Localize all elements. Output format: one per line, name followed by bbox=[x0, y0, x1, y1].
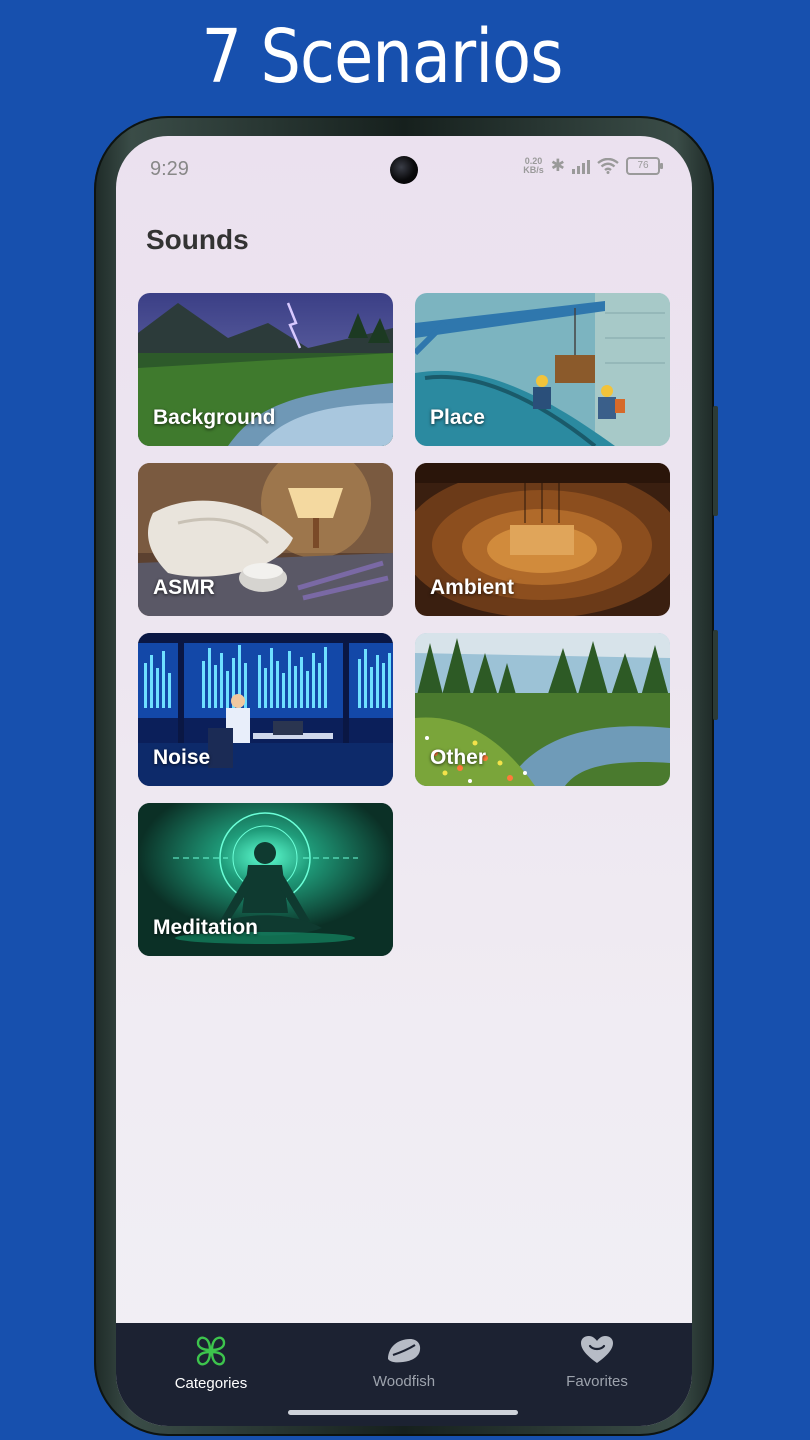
bottom-nav: Categories Woodfish Favorites bbox=[116, 1323, 692, 1426]
category-card-noise[interactable]: Noise bbox=[138, 633, 393, 786]
nav-label: Woodfish bbox=[372, 1373, 436, 1390]
category-card-asmr[interactable]: ASMR bbox=[138, 463, 393, 616]
category-card-background[interactable]: Background bbox=[138, 293, 393, 446]
nav-categories[interactable]: Categories bbox=[121, 1335, 301, 1392]
category-label: Ambient bbox=[430, 576, 514, 599]
status-time: 9:29 bbox=[150, 158, 189, 180]
page-title: Sounds bbox=[146, 224, 249, 255]
category-label: Place bbox=[430, 406, 485, 429]
category-label: Meditation bbox=[153, 916, 258, 939]
category-card-meditation[interactable]: Meditation bbox=[138, 803, 393, 956]
status-icons: 0.20 KB/s ✱ 76 bbox=[523, 156, 663, 176]
battery-icon: 76 bbox=[626, 157, 663, 175]
clover-icon bbox=[196, 1336, 226, 1366]
category-label: Noise bbox=[153, 746, 211, 769]
nav-favorites[interactable]: Favorites bbox=[507, 1335, 687, 1390]
volume-button bbox=[713, 406, 718, 516]
bluetooth-icon: ✱ bbox=[550, 156, 565, 175]
wifi-icon bbox=[597, 158, 619, 174]
promo-title: 7 Scenarios bbox=[201, 14, 563, 100]
category-card-place[interactable]: Place bbox=[415, 293, 670, 446]
network-speed: 0.20 KB/s bbox=[523, 156, 544, 175]
phone-frame: 9:29 0.20 KB/s ✱ 76 Sounds Background Pl… bbox=[94, 116, 718, 1436]
category-label: Other bbox=[430, 746, 487, 769]
nav-label: Favorites bbox=[566, 1373, 628, 1390]
status-bar: 9:29 0.20 KB/s ✱ 76 bbox=[116, 136, 692, 206]
category-card-other[interactable]: Other bbox=[415, 633, 670, 786]
nav-woodfish[interactable]: Woodfish bbox=[314, 1335, 494, 1390]
nav-label: Categories bbox=[174, 1375, 248, 1392]
category-label: Background bbox=[153, 406, 276, 429]
power-button bbox=[713, 630, 718, 720]
signal-icon bbox=[572, 158, 590, 174]
front-camera bbox=[390, 156, 418, 184]
woodfish-icon bbox=[388, 1339, 421, 1363]
heart-icon bbox=[581, 1336, 613, 1363]
home-indicator[interactable] bbox=[288, 1410, 518, 1415]
category-card-ambient[interactable]: Ambient bbox=[415, 463, 670, 616]
app-screen: 9:29 0.20 KB/s ✱ 76 Sounds Background Pl… bbox=[116, 136, 692, 1426]
category-label: ASMR bbox=[153, 576, 215, 599]
